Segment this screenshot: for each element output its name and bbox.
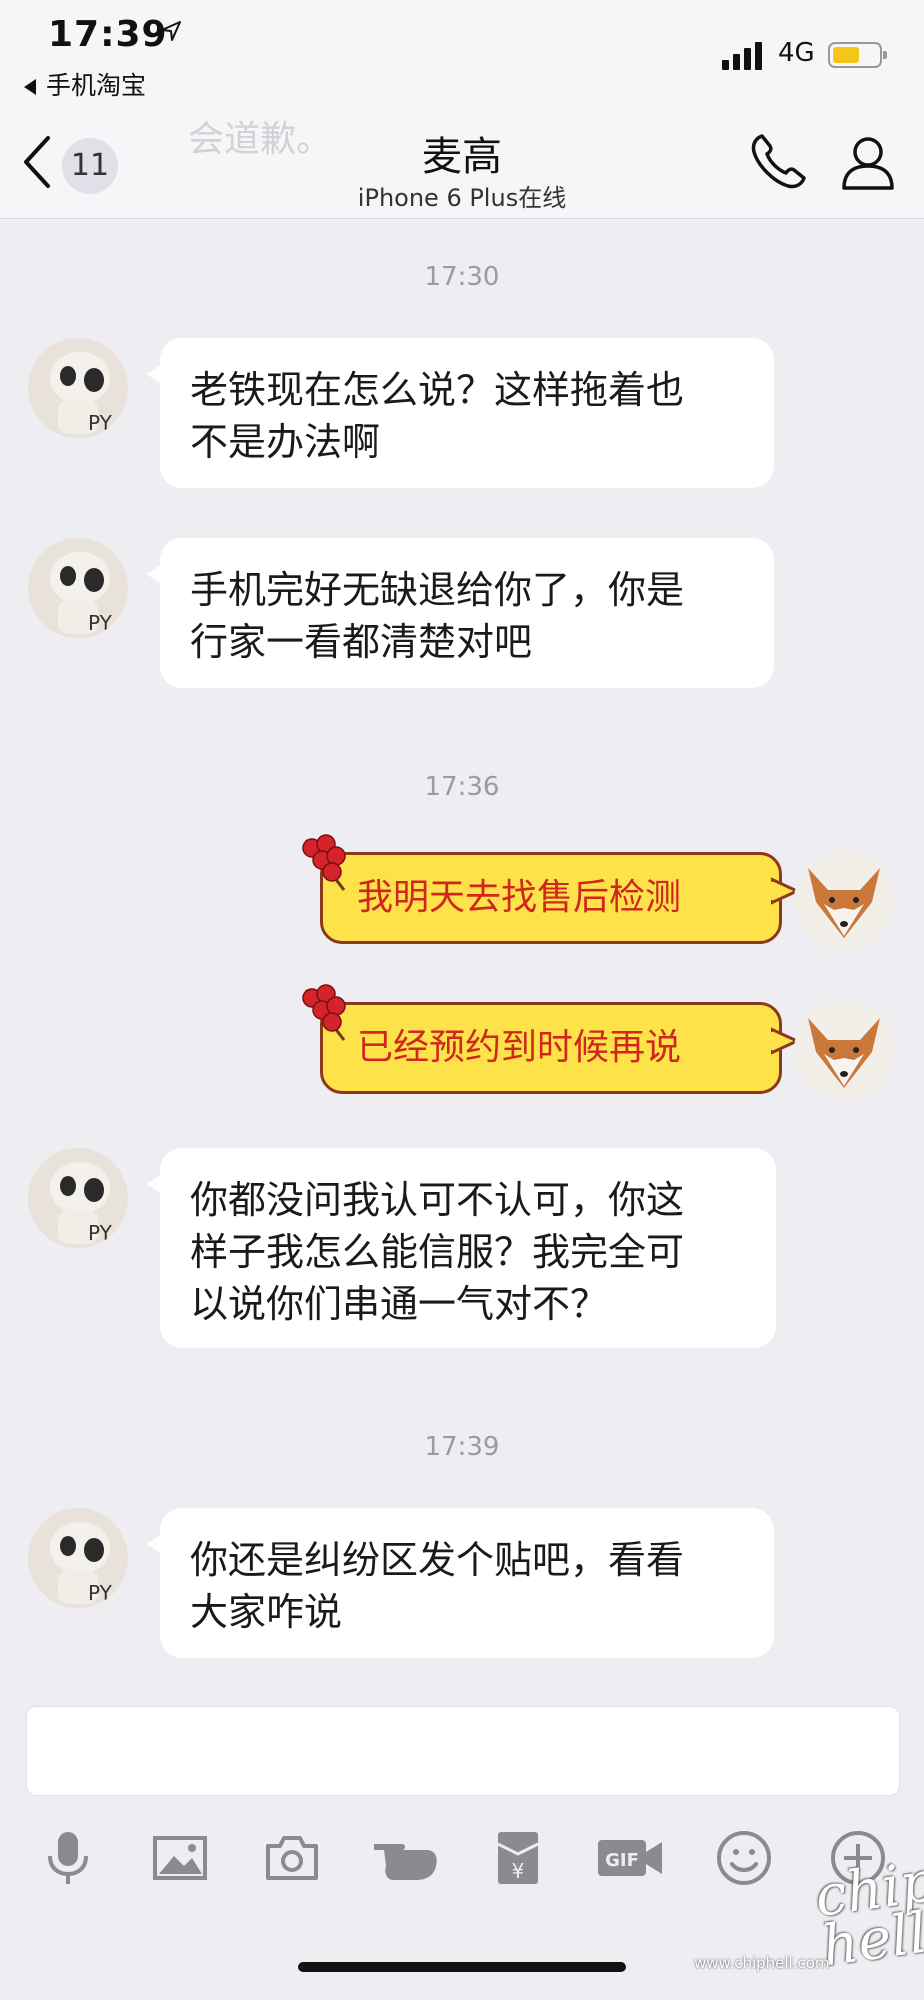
candied-haws-icon: [302, 834, 346, 891]
status-time: 17:39: [48, 14, 168, 55]
contact-avatar[interactable]: PY: [28, 1148, 128, 1248]
message-text-line: 样子我怎么能信服？我完全可: [190, 1230, 685, 1274]
phone-call-icon[interactable]: [748, 130, 810, 192]
return-to-app-link[interactable]: 手机淘宝: [24, 66, 146, 102]
my-avatar[interactable]: [794, 850, 894, 950]
message-timestamp: 17:39: [424, 1432, 500, 1462]
chat-header: 会道歉。 11 麦高 iPhone 6 Plus在线: [0, 112, 924, 219]
site-watermark-url: www.chiphell.com: [694, 1954, 830, 1972]
candied-haws-icon: [302, 984, 346, 1041]
message-text: 我明天去找售后检测: [357, 877, 682, 918]
message-text-line: 行家一看都清楚对吧: [190, 620, 533, 664]
outgoing-message-bubble[interactable]: 我明天去找售后检测: [320, 852, 799, 944]
svg-text:PY: PY: [88, 1581, 113, 1605]
svg-text:¥: ¥: [512, 1859, 525, 1883]
contact-avatar[interactable]: PY: [28, 538, 128, 638]
return-app-label: 手机淘宝: [46, 71, 147, 100]
poke-icon[interactable]: [370, 1828, 442, 1888]
message-text-line: 手机完好无缺退给你了，你是: [190, 568, 685, 612]
message-text-line: 老铁现在怎么说？这样拖着也: [190, 368, 685, 412]
message-text-line: 你都没问我认可不认可，你这: [190, 1178, 685, 1222]
site-watermark-logo: chip hell: [811, 1848, 924, 1980]
home-indicator[interactable]: [298, 1962, 626, 1972]
contact-profile-icon[interactable]: [838, 132, 898, 192]
camera-icon[interactable]: [262, 1828, 322, 1888]
svg-text:PY: PY: [88, 411, 113, 435]
red-packet-icon[interactable]: ¥: [488, 1828, 548, 1888]
message-text-line: 大家咋说: [190, 1590, 343, 1634]
microphone-icon[interactable]: [38, 1828, 98, 1888]
message-input[interactable]: [26, 1706, 900, 1796]
outgoing-message-bubble[interactable]: 已经预约到时候再说: [320, 1002, 799, 1094]
message-text-line: 你还是纠纷区发个贴吧，看看: [190, 1538, 685, 1582]
location-arrow-icon: [161, 21, 181, 41]
contact-avatar[interactable]: PY: [28, 338, 128, 438]
svg-text:GIF: GIF: [605, 1850, 639, 1871]
chat-screen: 17:39 手机淘宝 4G 会道歉。 11 麦高 iPhone 6 Plus在线: [0, 0, 924, 2000]
svg-text:PY: PY: [88, 611, 113, 635]
my-avatar[interactable]: [794, 1000, 894, 1100]
back-triangle-icon: [24, 79, 36, 95]
gif-icon[interactable]: GIF: [594, 1828, 666, 1888]
incoming-message-bubble[interactable]: 老铁现在怎么说？这样拖着也 不是办法啊: [146, 338, 774, 488]
status-bar: 17:39 手机淘宝 4G: [0, 0, 924, 112]
incoming-message-bubble[interactable]: 你都没问我认可不认可，你这 样子我怎么能信服？我完全可 以说你们串通一气对不？: [146, 1148, 776, 1348]
message-text-line: 不是办法啊: [190, 420, 381, 464]
svg-text:PY: PY: [88, 1221, 113, 1245]
emoji-icon[interactable]: [714, 1828, 774, 1888]
incoming-message-bubble[interactable]: 手机完好无缺退给你了，你是 行家一看都清楚对吧: [146, 538, 774, 688]
message-timestamp: 17:30: [424, 262, 500, 292]
signal-strength-icon: [722, 42, 762, 70]
image-icon[interactable]: [150, 1828, 210, 1888]
network-type: 4G: [778, 38, 815, 68]
contact-avatar[interactable]: PY: [28, 1508, 128, 1608]
battery-icon: [828, 42, 887, 68]
message-timestamp: 17:36: [424, 772, 500, 802]
message-text: 已经预约到时候再说: [357, 1027, 682, 1068]
message-text-line: 以说你们串通一气对不？: [190, 1282, 609, 1326]
incoming-message-bubble[interactable]: 你还是纠纷区发个贴吧，看看 大家咋说: [146, 1508, 774, 1658]
